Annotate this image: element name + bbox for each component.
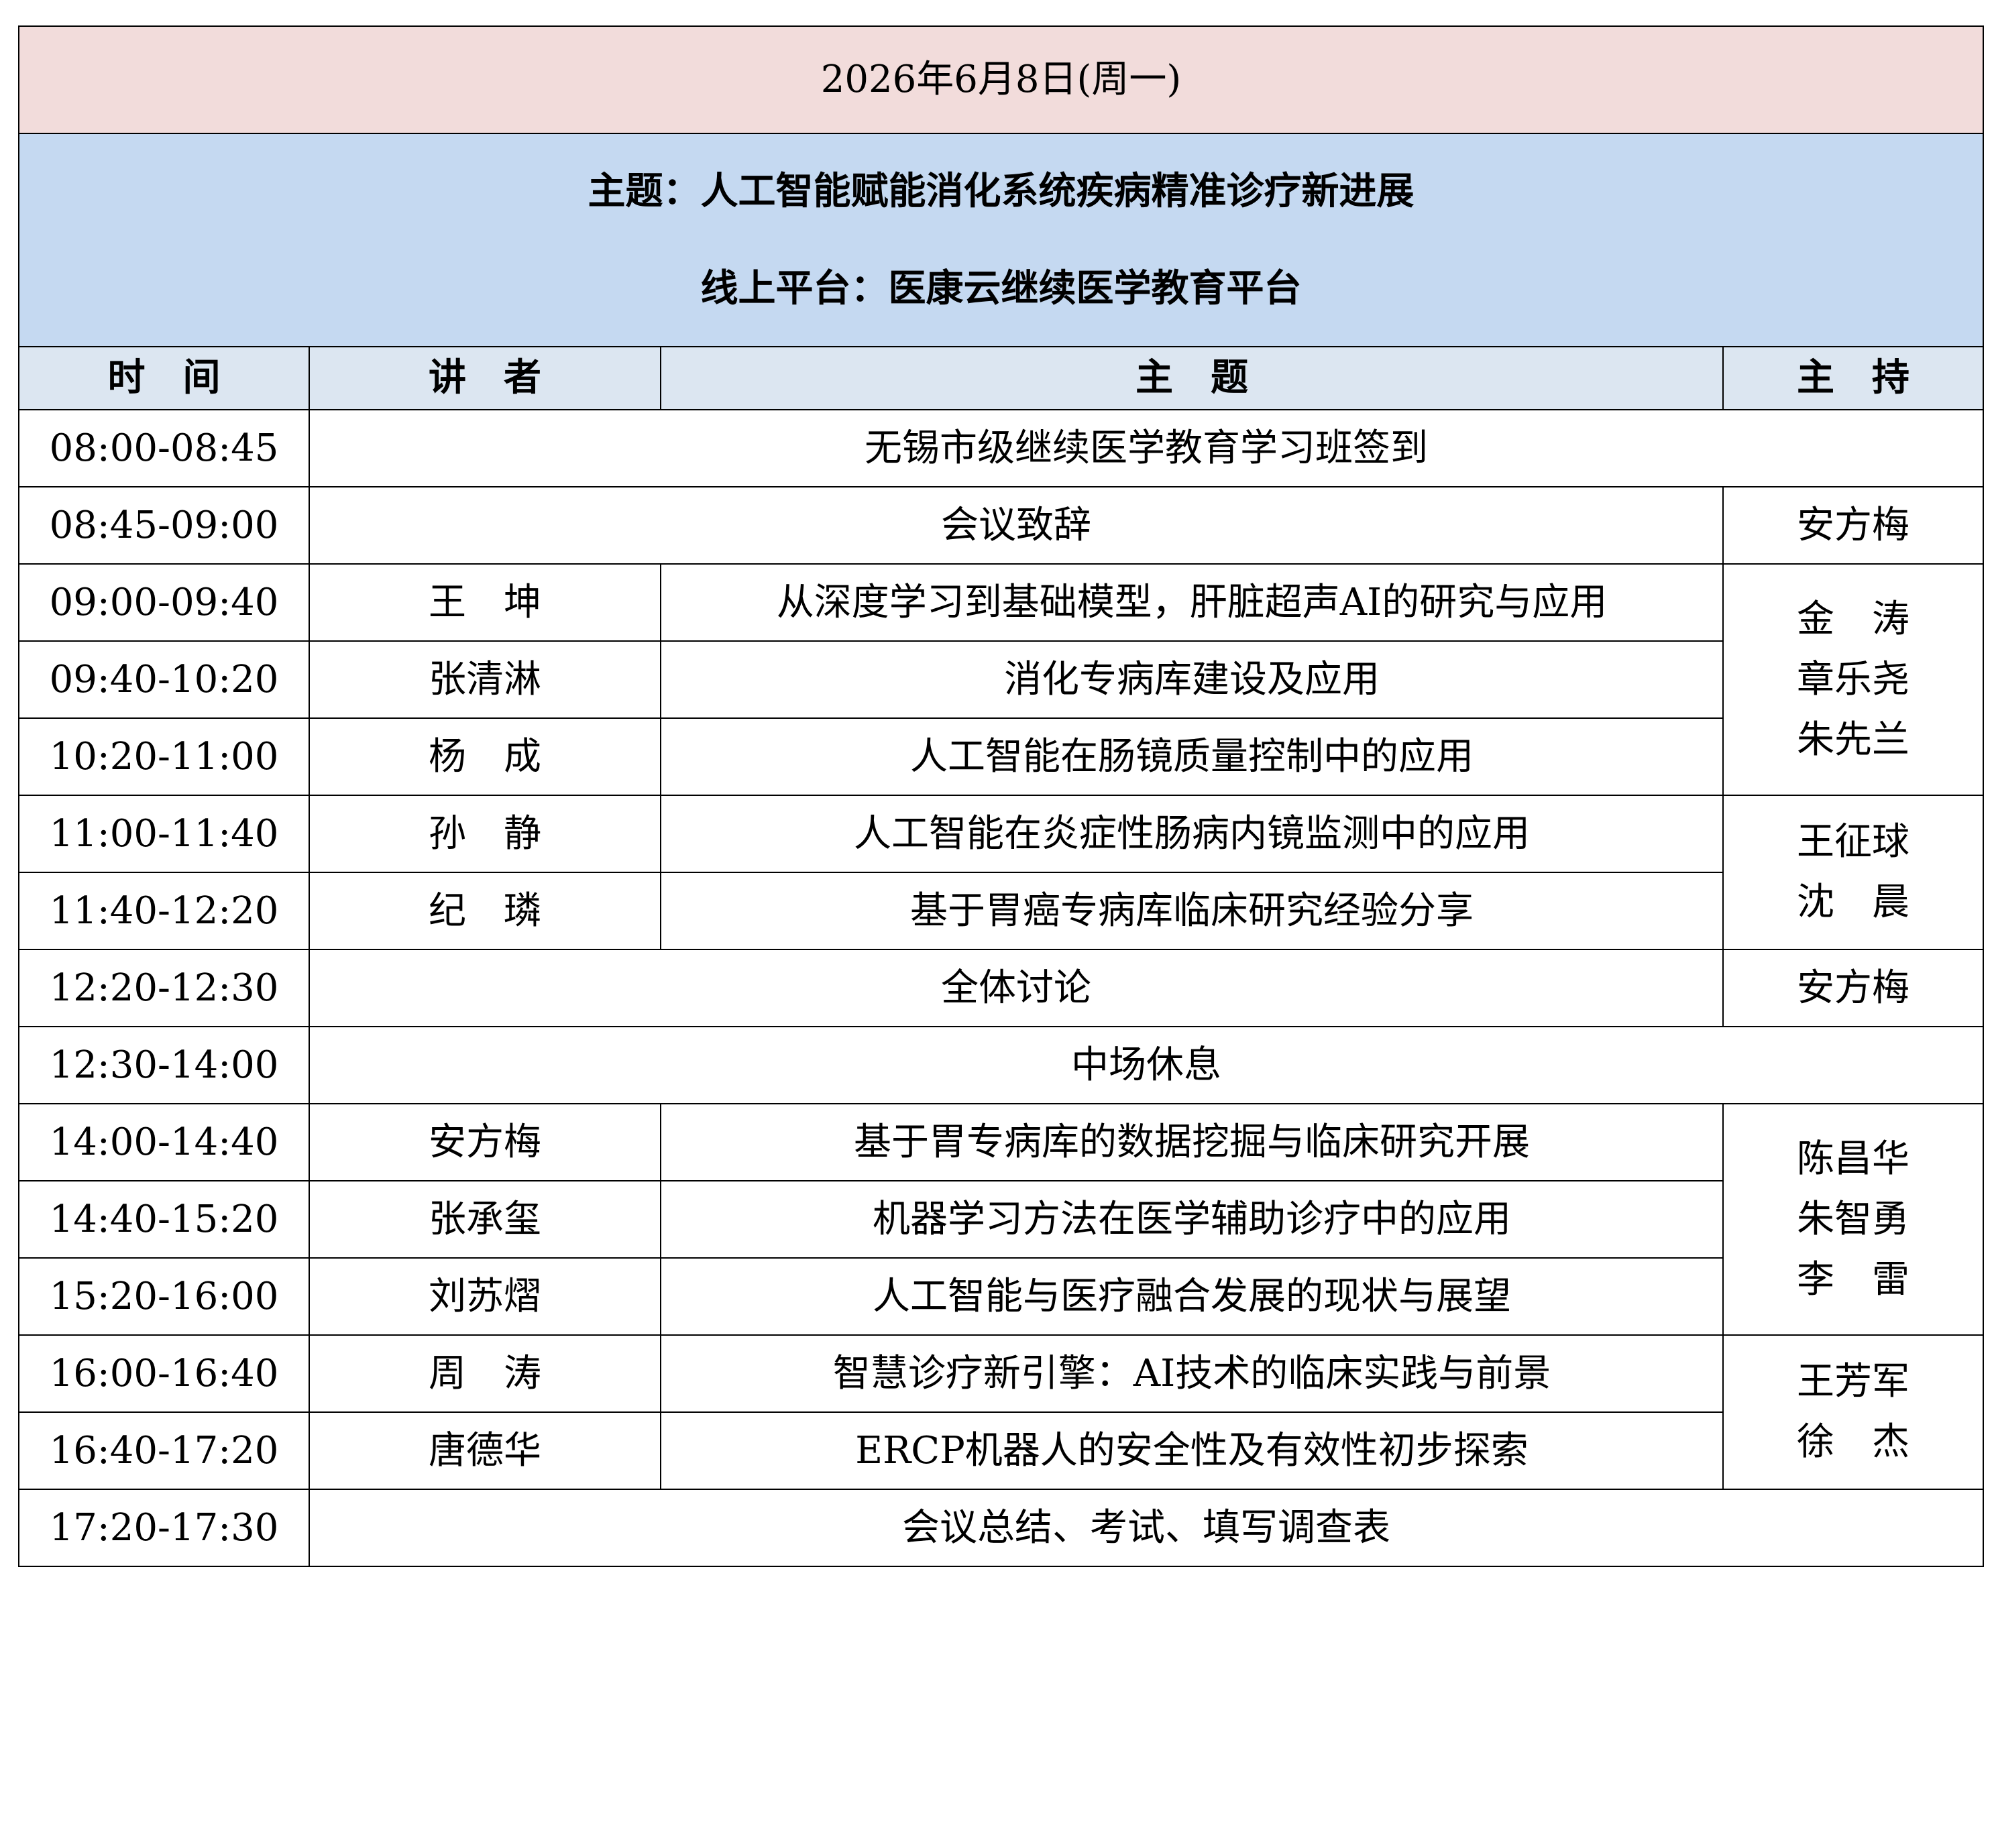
host-group-cell: 王征球 沈 晨 — [1722, 795, 1985, 950]
time-cell: 12:20-12:30 — [18, 949, 310, 1027]
host-group-cell: 陈昌华 朱智勇 李 雷 — [1722, 1103, 1985, 1336]
host-name: 沈 晨 — [1797, 880, 1910, 924]
host-name: 徐 杰 — [1797, 1420, 1910, 1464]
topic-cell: 基于胃癌专病库临床研究经验分享 — [660, 872, 1724, 950]
table-row: 11:40-12:20 纪 璘 基于胃癌专病库临床研究经验分享 — [18, 872, 1983, 950]
time-cell: 10:20-11:00 — [18, 717, 310, 796]
host-name: 章乐尧 — [1797, 657, 1910, 701]
session-cell: 会议致辞 — [309, 486, 1724, 565]
topic-cell: 从深度学习到基础模型，肝脏超声AI的研究与应用 — [660, 563, 1724, 642]
session-cell: 无锡市级继续医学教育学习班签到 — [308, 409, 1985, 487]
host-name: 陈昌华 — [1797, 1137, 1910, 1181]
host-group-cell: 金 涛 章乐尧 朱先兰 — [1722, 563, 1985, 796]
date-header: 2026年6月8日(周一) — [17, 25, 1985, 134]
time-cell: 12:30-14:00 — [18, 1026, 310, 1104]
time-cell: 11:40-12:20 — [18, 872, 310, 950]
column-header-speaker: 讲 者 — [309, 346, 661, 410]
topic-cell: 人工智能在肠镜质量控制中的应用 — [660, 717, 1724, 796]
host-name: 李 雷 — [1797, 1257, 1910, 1302]
session-cell: 全体讨论 — [309, 949, 1724, 1027]
topic-cell: ERCP机器人的安全性及有效性初步探索 — [660, 1411, 1724, 1490]
topic-cell: 人工智能与医疗融合发展的现状与展望 — [660, 1257, 1724, 1336]
host-name: 王芳军 — [1797, 1360, 1910, 1403]
theme-title: 主题：人工智能赋能消化系统疾病精准诊疗新进展 — [588, 168, 1415, 213]
time-cell: 09:40-10:20 — [18, 640, 310, 719]
time-cell: 16:00-16:40 — [18, 1334, 310, 1413]
speaker-cell: 杨 成 — [309, 717, 661, 796]
table-row: 12:20-12:30 全体讨论 安方梅 — [18, 949, 1985, 1027]
time-cell: 16:40-17:20 — [18, 1411, 310, 1490]
column-header-host: 主 持 — [1722, 346, 1985, 410]
column-header-time: 时 间 — [18, 346, 310, 410]
topic-cell: 基于胃专病库的数据挖掘与临床研究开展 — [660, 1103, 1724, 1181]
host-cell: 安方梅 — [1722, 949, 1985, 1027]
theme-header-row: 主题：人工智能赋能消化系统疾病精准诊疗新进展 线上平台：医康云继续医学教育平台 — [17, 133, 1985, 347]
column-header-row: 时 间 讲 者 主 题 主 持 — [18, 346, 1985, 410]
host-name: 王征球 — [1797, 820, 1910, 864]
host-group-cell: 王芳军 徐 杰 — [1722, 1334, 1985, 1490]
column-header-topic: 主 题 — [660, 346, 1724, 410]
host-name: 朱先兰 — [1797, 717, 1910, 762]
topic-cell: 智慧诊疗新引擎：AI技术的临床实践与前景 — [660, 1334, 1724, 1413]
speaker-cell: 纪 璘 — [309, 872, 661, 950]
host-name: 朱智勇 — [1797, 1197, 1910, 1241]
table-row: 10:20-11:00 杨 成 人工智能在肠镜质量控制中的应用 — [18, 717, 1983, 796]
topic-cell: 人工智能在炎症性肠病内镜监测中的应用 — [660, 795, 1724, 873]
table-row: 12:30-14:00 中场休息 — [18, 1026, 1985, 1104]
table-row: 11:00-11:40 孙 静 人工智能在炎症性肠病内镜监测中的应用 王征球 沈… — [18, 795, 1985, 950]
platform-line: 线上平台：医康云继续医学教育平台 — [700, 266, 1302, 310]
time-cell: 09:00-09:40 — [18, 563, 310, 642]
time-cell: 14:40-15:20 — [18, 1180, 310, 1259]
topic-cell: 消化专病库建设及应用 — [660, 640, 1724, 719]
table-row: 16:00-16:40 周 涛 智慧诊疗新引擎：AI技术的临床实践与前景 王芳军… — [18, 1334, 1985, 1490]
speaker-cell: 张清淋 — [309, 640, 661, 719]
time-cell: 17:20-17:30 — [18, 1489, 310, 1567]
speaker-cell: 王 坤 — [309, 563, 661, 642]
table-row: 14:40-15:20 张承玺 机器学习方法在医学辅助诊疗中的应用 — [18, 1180, 1983, 1259]
table-row: 16:40-17:20 唐德华 ERCP机器人的安全性及有效性初步探索 — [18, 1411, 1983, 1490]
time-cell: 14:00-14:40 — [18, 1103, 310, 1181]
time-cell: 15:20-16:00 — [18, 1257, 310, 1336]
time-cell: 08:45-09:00 — [18, 486, 310, 565]
table-row: 09:40-10:20 张清淋 消化专病库建设及应用 — [18, 640, 1983, 719]
table-row: 09:00-09:40 王 坤 从深度学习到基础模型，肝脏超声AI的研究与应用 … — [18, 563, 1985, 796]
table-row: 08:00-08:45 无锡市级继续医学教育学习班签到 — [18, 409, 1985, 487]
speaker-cell: 刘苏熠 — [309, 1257, 661, 1336]
theme-cell: 主题：人工智能赋能消化系统疾病精准诊疗新进展 线上平台：医康云继续医学教育平台 — [17, 133, 1985, 347]
topic-cell: 机器学习方法在医学辅助诊疗中的应用 — [660, 1180, 1724, 1259]
host-name: 金 涛 — [1797, 597, 1910, 641]
schedule-table: 2026年6月8日(周一) 主题：人工智能赋能消化系统疾病精准诊疗新进展 线上平… — [17, 25, 1985, 1567]
host-cell: 安方梅 — [1722, 486, 1985, 565]
speaker-cell: 安方梅 — [309, 1103, 661, 1181]
time-cell: 08:00-08:45 — [18, 409, 310, 487]
table-row: 17:20-17:30 会议总结、考试、填写调查表 — [18, 1489, 1985, 1567]
date-header-row: 2026年6月8日(周一) — [17, 25, 1985, 134]
speaker-cell: 周 涛 — [309, 1334, 661, 1413]
speaker-cell: 张承玺 — [309, 1180, 661, 1259]
session-cell: 会议总结、考试、填写调查表 — [308, 1489, 1985, 1567]
table-row: 15:20-16:00 刘苏熠 人工智能与医疗融合发展的现状与展望 — [18, 1257, 1983, 1336]
table-row: 08:45-09:00 会议致辞 安方梅 — [18, 486, 1985, 565]
table-row: 14:00-14:40 安方梅 基于胃专病库的数据挖掘与临床研究开展 陈昌华 朱… — [18, 1103, 1985, 1336]
time-cell: 11:00-11:40 — [18, 795, 310, 873]
speaker-cell: 唐德华 — [309, 1411, 661, 1490]
session-cell: 中场休息 — [308, 1026, 1985, 1104]
speaker-cell: 孙 静 — [309, 795, 661, 873]
